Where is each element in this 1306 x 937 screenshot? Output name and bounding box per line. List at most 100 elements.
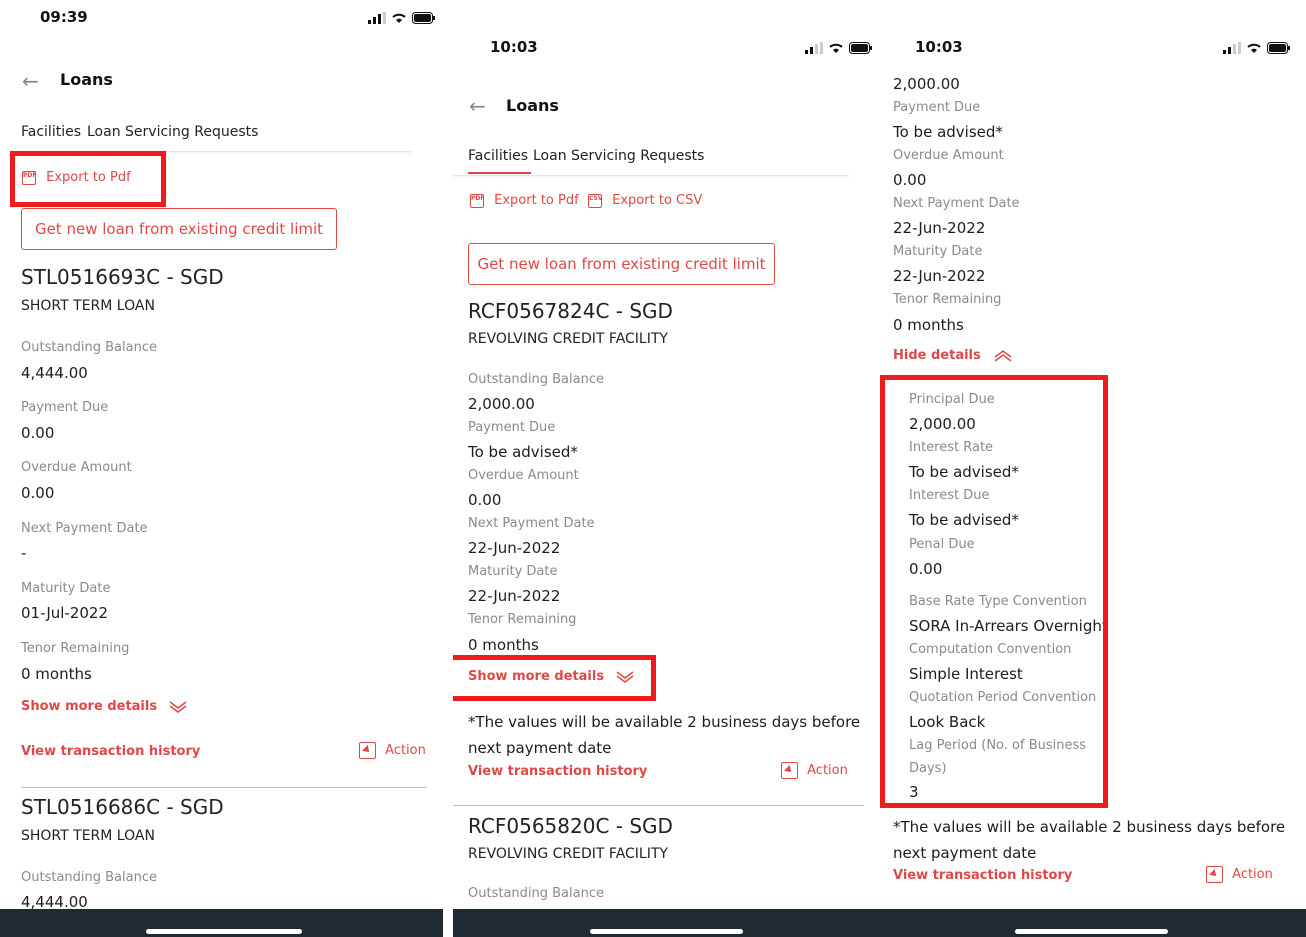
back-arrow-icon[interactable]: ← — [469, 94, 486, 118]
field-value: 2,000.00 — [468, 395, 535, 413]
field-value: 2,000.00 — [893, 75, 960, 93]
screen-3: 10:03 2,000.00 Payment Due To be advised… — [878, 0, 1306, 937]
loan-type: REVOLVING CREDIT FACILITY — [468, 331, 668, 347]
loan-account-title: STL0516686C - SGD — [21, 795, 224, 819]
field-value: 22-Jun-2022 — [893, 267, 986, 285]
field-value: 0.00 — [21, 484, 55, 502]
export-pdf-link[interactable]: PDF Export to Pdf — [470, 193, 579, 208]
new-loan-button[interactable]: Get new loan from existing credit limit — [21, 208, 337, 250]
field-value: 0.00 — [21, 424, 55, 442]
tab-facilities[interactable]: Facilities — [21, 124, 81, 140]
loan-type: SHORT TERM LOAN — [21, 828, 155, 844]
field-value: - — [21, 544, 27, 562]
battery-icon — [1267, 42, 1290, 54]
home-indicator[interactable] — [590, 929, 743, 934]
field-value: 0.00 — [893, 171, 927, 189]
field-value: 4,444.00 — [21, 364, 88, 382]
panel-gap — [443, 0, 453, 937]
hide-details-link[interactable]: Hide details — [893, 348, 1013, 363]
loan-divider — [453, 805, 864, 806]
battery-icon — [849, 42, 872, 54]
battery-icon — [412, 12, 435, 24]
field-label: Tenor Remaining — [21, 641, 130, 656]
wifi-icon — [829, 43, 843, 53]
new-loan-button[interactable]: Get new loan from existing credit limit — [468, 243, 775, 285]
home-indicator[interactable] — [146, 929, 302, 934]
signal-icon — [368, 12, 386, 24]
action-button[interactable]: Action — [1206, 866, 1273, 883]
highlight-box — [453, 655, 656, 701]
field-label: Maturity Date — [21, 581, 111, 596]
signal-icon — [805, 42, 823, 54]
status-time: 09:39 — [40, 8, 88, 26]
action-cursor-icon — [359, 742, 376, 759]
action-label: Action — [807, 763, 848, 778]
field-label: Payment Due — [468, 420, 556, 435]
page-title: Loans — [60, 70, 113, 89]
field-label: Payment Due — [893, 100, 981, 115]
show-more-details-link[interactable]: Show more details — [21, 699, 188, 714]
signal-icon — [1223, 42, 1241, 54]
field-label: Maturity Date — [468, 564, 558, 579]
status-time: 10:03 — [490, 38, 538, 56]
action-button[interactable]: Action — [359, 742, 426, 759]
field-label: Next Payment Date — [468, 516, 595, 531]
field-value: 0 months — [21, 665, 92, 683]
tab-loan-servicing-requests[interactable]: Loan Servicing Requests — [87, 124, 258, 140]
tab-facilities[interactable]: Facilities — [468, 148, 528, 164]
field-label: Tenor Remaining — [893, 292, 1002, 307]
view-transaction-history-link[interactable]: View transaction history — [21, 744, 200, 759]
pdf-icon: PDF — [470, 193, 484, 208]
screen-2: 10:03 ← Loans Facilities Loan Servicing … — [453, 0, 878, 937]
field-value: To be advised* — [468, 443, 578, 461]
status-icons — [368, 12, 436, 24]
hide-details-label: Hide details — [893, 348, 981, 363]
field-value: 0 months — [468, 636, 539, 654]
action-cursor-icon — [781, 762, 798, 779]
view-transaction-history-link[interactable]: View transaction history — [468, 764, 647, 779]
view-transaction-history-link[interactable]: View transaction history — [893, 868, 1072, 883]
loan-account-title: RCF0565820C - SGD — [468, 814, 673, 838]
loan-type: SHORT TERM LOAN — [21, 298, 155, 314]
home-indicator[interactable] — [1015, 929, 1168, 934]
field-label: Payment Due — [21, 400, 109, 415]
action-button[interactable]: Action — [781, 762, 848, 779]
action-cursor-icon — [1206, 866, 1223, 883]
status-time: 10:03 — [915, 38, 963, 56]
wifi-icon — [1247, 43, 1261, 53]
field-label: Overdue Amount — [468, 468, 579, 483]
tab-loan-servicing-requests[interactable]: Loan Servicing Requests — [533, 148, 704, 164]
availability-note: next payment date — [468, 739, 612, 757]
field-value: 0.00 — [468, 491, 502, 509]
tab-bar-divider — [453, 175, 849, 176]
screen-1: 09:39 ← Loans Facilities Loan Servicing … — [0, 0, 443, 937]
field-label: Next Payment Date — [21, 521, 148, 536]
field-value: 22-Jun-2022 — [468, 587, 561, 605]
action-label: Action — [385, 743, 426, 758]
chevron-double-up-icon — [994, 349, 1012, 362]
field-value: To be advised* — [893, 123, 1003, 141]
availability-note: next payment date — [893, 844, 1037, 862]
field-value: 0 months — [893, 316, 964, 334]
back-arrow-icon[interactable]: ← — [22, 69, 39, 93]
wifi-icon — [392, 13, 406, 23]
loan-account-title: RCF0567824C - SGD — [468, 299, 673, 323]
field-value: 22-Jun-2022 — [468, 539, 561, 557]
highlight-box — [10, 151, 166, 207]
show-more-label: Show more details — [21, 699, 158, 714]
field-label: Outstanding Balance — [21, 870, 157, 885]
field-label: Overdue Amount — [21, 460, 132, 475]
field-value: 01-Jul-2022 — [21, 604, 109, 622]
loan-account-title: STL0516693C - SGD — [21, 265, 224, 289]
export-csv-link[interactable]: CSV Export to CSV — [588, 193, 702, 208]
field-label: Maturity Date — [893, 244, 983, 259]
chevron-double-down-icon — [169, 700, 187, 713]
active-tab-indicator — [468, 172, 531, 174]
field-label: Tenor Remaining — [468, 612, 577, 627]
highlight-box — [880, 375, 1108, 808]
status-icons — [1223, 42, 1291, 54]
loan-divider — [21, 787, 427, 788]
field-label: Outstanding Balance — [468, 886, 604, 901]
field-value: 22-Jun-2022 — [893, 219, 986, 237]
export-csv-label: Export to CSV — [612, 193, 703, 208]
